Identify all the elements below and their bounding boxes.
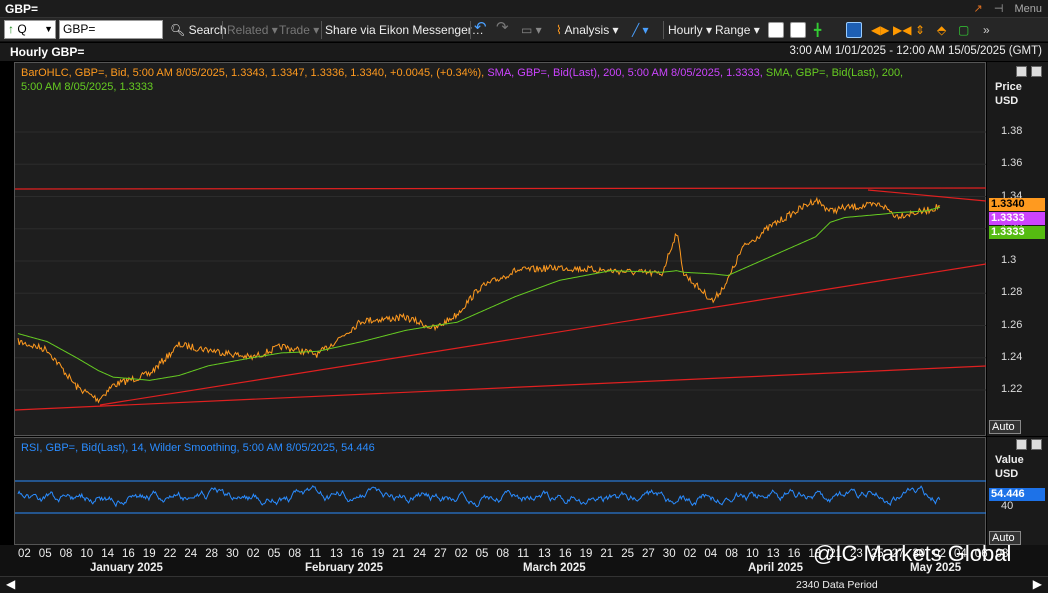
day-tick: 13 xyxy=(330,548,343,560)
day-tick: 02 xyxy=(683,548,697,560)
day-tick: 10 xyxy=(746,548,759,560)
day-tick: 05 xyxy=(475,548,489,560)
day-tick: 10 xyxy=(80,548,94,560)
day-tick: 24 xyxy=(413,548,426,560)
day-tick: 08 xyxy=(496,548,510,560)
day-tick: 02 xyxy=(454,548,468,560)
rsi-line xyxy=(17,484,941,508)
day-tick: 16 xyxy=(122,548,135,560)
day-tick: 22 xyxy=(163,548,177,560)
month-label: April 2025 xyxy=(748,562,803,574)
day-tick: 21 xyxy=(600,548,614,560)
day-tick: 24 xyxy=(184,548,198,560)
day-tick: 27 xyxy=(642,548,655,560)
day-tick: 08 xyxy=(59,548,73,560)
day-tick: 05 xyxy=(267,548,281,560)
support-line xyxy=(99,263,987,406)
day-tick: 05 xyxy=(38,548,52,560)
day-tick: 02 xyxy=(18,548,31,560)
upper-trend-line xyxy=(867,189,987,202)
day-tick: 14 xyxy=(101,548,114,560)
lower-trend-line xyxy=(14,365,987,411)
day-tick: 11 xyxy=(309,548,322,560)
scroll-bar[interactable]: ◀ 2340 Data Period ▶ xyxy=(0,576,1048,593)
day-tick: 19 xyxy=(142,548,156,560)
day-tick: 16 xyxy=(350,548,364,560)
day-tick: 25 xyxy=(621,548,634,560)
day-tick: 19 xyxy=(371,548,385,560)
day-tick: 08 xyxy=(725,548,738,560)
day-tick: 30 xyxy=(662,548,676,560)
watermark: @IC Markets Global xyxy=(813,541,1012,566)
month-label: February 2025 xyxy=(305,562,383,574)
day-tick: 28 xyxy=(205,548,218,560)
resistance-line xyxy=(14,187,987,190)
day-tick: 16 xyxy=(558,548,572,560)
day-tick: 13 xyxy=(766,548,780,560)
day-tick: 21 xyxy=(392,548,406,560)
day-tick: 27 xyxy=(434,548,447,560)
scroll-left-arrow-icon[interactable]: ◀ xyxy=(6,577,15,591)
day-tick: 11 xyxy=(517,548,530,560)
day-tick: 02 xyxy=(246,548,260,560)
day-tick: 16 xyxy=(787,548,801,560)
month-label: January 2025 xyxy=(90,562,163,574)
day-tick: 30 xyxy=(226,548,239,560)
data-period: 2340 Data Period xyxy=(796,579,878,591)
month-label: March 2025 xyxy=(523,562,586,574)
day-tick: 13 xyxy=(538,548,551,560)
day-tick: 04 xyxy=(704,548,718,560)
chart-plot xyxy=(14,131,987,514)
day-tick: 19 xyxy=(579,548,593,560)
scroll-right-arrow-icon[interactable]: ▶ xyxy=(1033,577,1042,591)
day-tick: 08 xyxy=(288,548,302,560)
